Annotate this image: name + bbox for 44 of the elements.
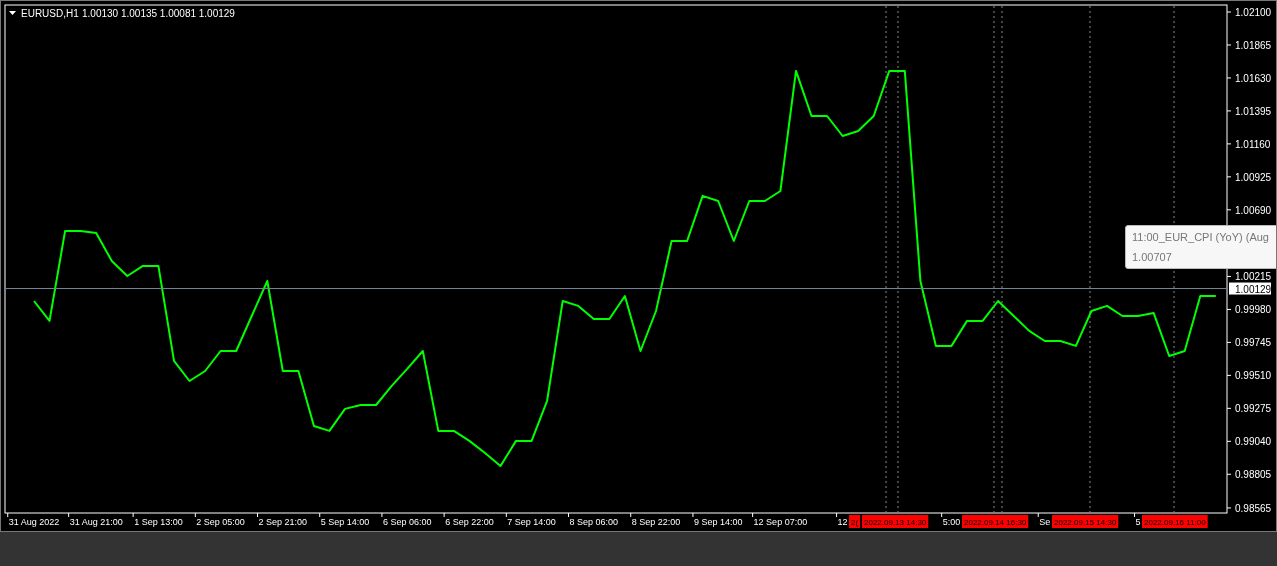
price-label: 0.99980	[1235, 304, 1272, 316]
time-label: 5:00	[942, 517, 961, 527]
time-label: 12	[837, 517, 848, 527]
time-label: 6 Sep 22:00	[445, 517, 494, 527]
price-label: 1.01395	[1235, 105, 1272, 117]
time-label: 2 Sep 05:00	[196, 517, 245, 527]
price-label: 0.99040	[1235, 436, 1272, 448]
tooltip-value: 1.00707	[1132, 250, 1172, 265]
ohlc-values: 1.00130 1.00135 1.00081 1.00129	[82, 8, 235, 19]
time-label: 31 Aug 2022	[8, 517, 60, 527]
event-label: 2022.09.14 16:30	[962, 515, 1029, 528]
price-label: 1.01160	[1235, 138, 1271, 150]
current-price-label: 1.00129	[1229, 282, 1272, 295]
time-label: 31 Aug 21:00	[69, 517, 123, 527]
symbol-label: EURUSD,H1	[21, 8, 79, 19]
price-label: 1.02100	[1235, 7, 1272, 18]
price-label: 1.00690	[1235, 204, 1272, 216]
ref-line-label: 1.00129	[1235, 283, 1272, 295]
price-label: 1.01865	[1235, 40, 1272, 51]
time-label: Se	[1039, 517, 1051, 527]
time-label: 6 Sep 06:00	[382, 517, 432, 527]
time-label: 5 Sep 14:00	[320, 517, 370, 527]
price-label: 1.00925	[1235, 171, 1272, 183]
dropdown-icon[interactable]	[9, 11, 16, 15]
time-label: 7 Sep 14:00	[507, 517, 556, 527]
time-label: 2 Sep 21:00	[258, 517, 308, 527]
price-label: 0.99510	[1235, 370, 1272, 382]
price-label: 0.98805	[1235, 469, 1272, 481]
price-label: 0.98565	[1235, 502, 1272, 514]
time-label: 9 Sep 14:00	[693, 517, 743, 527]
price-label: 1.00215	[1235, 271, 1272, 283]
time-label: 8 Sep 22:00	[631, 517, 681, 527]
time-label: 8 Sep 06:00	[569, 517, 619, 527]
event-label: 2022.09.16 11:00	[1142, 515, 1208, 528]
time-label: 5	[1135, 517, 1141, 527]
price-label: 0.99745	[1235, 337, 1272, 349]
event-label: 2(	[849, 515, 861, 528]
tooltip-title: 11:00_EUR_CPI (YoY) (Aug	[1132, 230, 1269, 245]
price-label: 1.01630	[1235, 72, 1272, 84]
time-label: 1 Sep 13:00	[134, 517, 183, 527]
event-label: 2022.09.13 14:30	[862, 515, 929, 528]
time-label: 12 Sep 07:00	[753, 517, 808, 527]
price-label: 0.99275	[1235, 403, 1272, 415]
event-label: 2022.09.15 14:30	[1052, 515, 1119, 528]
